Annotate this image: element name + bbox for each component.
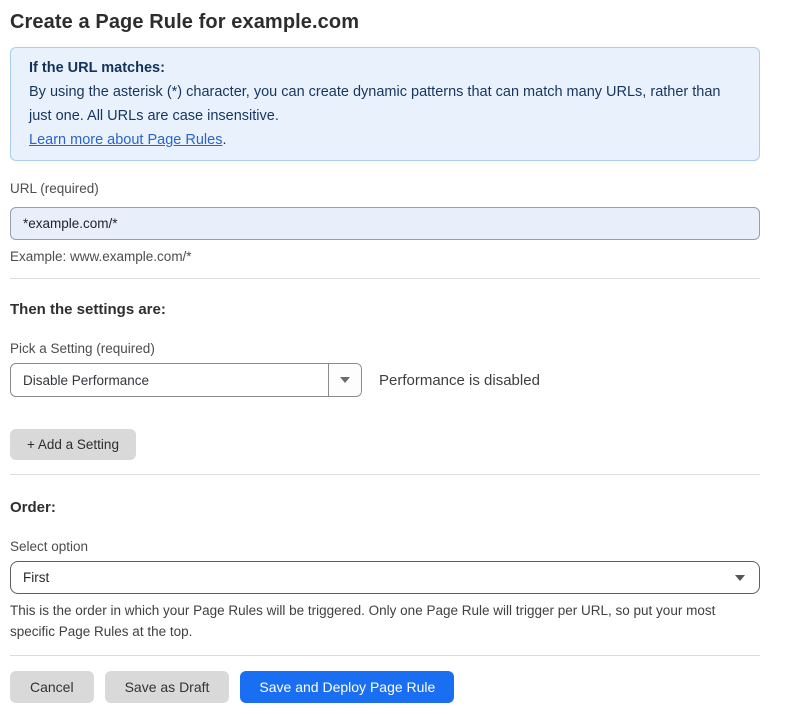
url-input[interactable] bbox=[10, 207, 760, 240]
order-select[interactable]: First bbox=[10, 561, 760, 594]
setting-status-text: Performance is disabled bbox=[379, 372, 540, 389]
setting-picker-label: Pick a Setting (required) bbox=[10, 340, 760, 357]
info-box-body: By using the asterisk (*) character, you… bbox=[29, 80, 741, 128]
setting-select-value: Disable Performance bbox=[11, 364, 328, 396]
page-rule-form: Create a Page Rule for example.com If th… bbox=[0, 0, 790, 713]
page-title: Create a Page Rule for example.com bbox=[10, 10, 760, 34]
setting-row: Disable Performance Performance is disab… bbox=[10, 363, 760, 397]
cancel-button[interactable]: Cancel bbox=[10, 671, 94, 703]
order-help-text: This is the order in which your Page Rul… bbox=[10, 600, 755, 642]
save-as-draft-button[interactable]: Save as Draft bbox=[105, 671, 230, 703]
info-box-heading: If the URL matches: bbox=[29, 56, 741, 80]
save-and-deploy-button[interactable]: Save and Deploy Page Rule bbox=[240, 671, 454, 703]
setting-select-arrow-button[interactable] bbox=[328, 364, 361, 396]
setting-select[interactable]: Disable Performance bbox=[10, 363, 362, 397]
link-suffix: . bbox=[222, 132, 226, 148]
url-field-label: URL (required) bbox=[10, 180, 760, 197]
order-select-label: Select option bbox=[10, 538, 760, 555]
chevron-down-icon bbox=[340, 377, 350, 383]
divider bbox=[10, 278, 760, 279]
order-select-value: First bbox=[23, 570, 49, 585]
chevron-down-icon bbox=[735, 575, 745, 581]
learn-more-link[interactable]: Learn more about Page Rules bbox=[29, 132, 222, 148]
url-match-info-box: If the URL matches: By using the asteris… bbox=[10, 47, 760, 161]
settings-section-heading: Then the settings are: bbox=[10, 300, 760, 319]
info-link-line: Learn more about Page Rules. bbox=[29, 128, 741, 152]
footer-button-row: Cancel Save as Draft Save and Deploy Pag… bbox=[10, 671, 760, 703]
add-setting-button[interactable]: + Add a Setting bbox=[10, 429, 136, 460]
divider bbox=[10, 474, 760, 475]
order-section-heading: Order: bbox=[10, 498, 760, 517]
divider bbox=[10, 655, 760, 656]
url-example-hint: Example: www.example.com/* bbox=[10, 248, 760, 265]
